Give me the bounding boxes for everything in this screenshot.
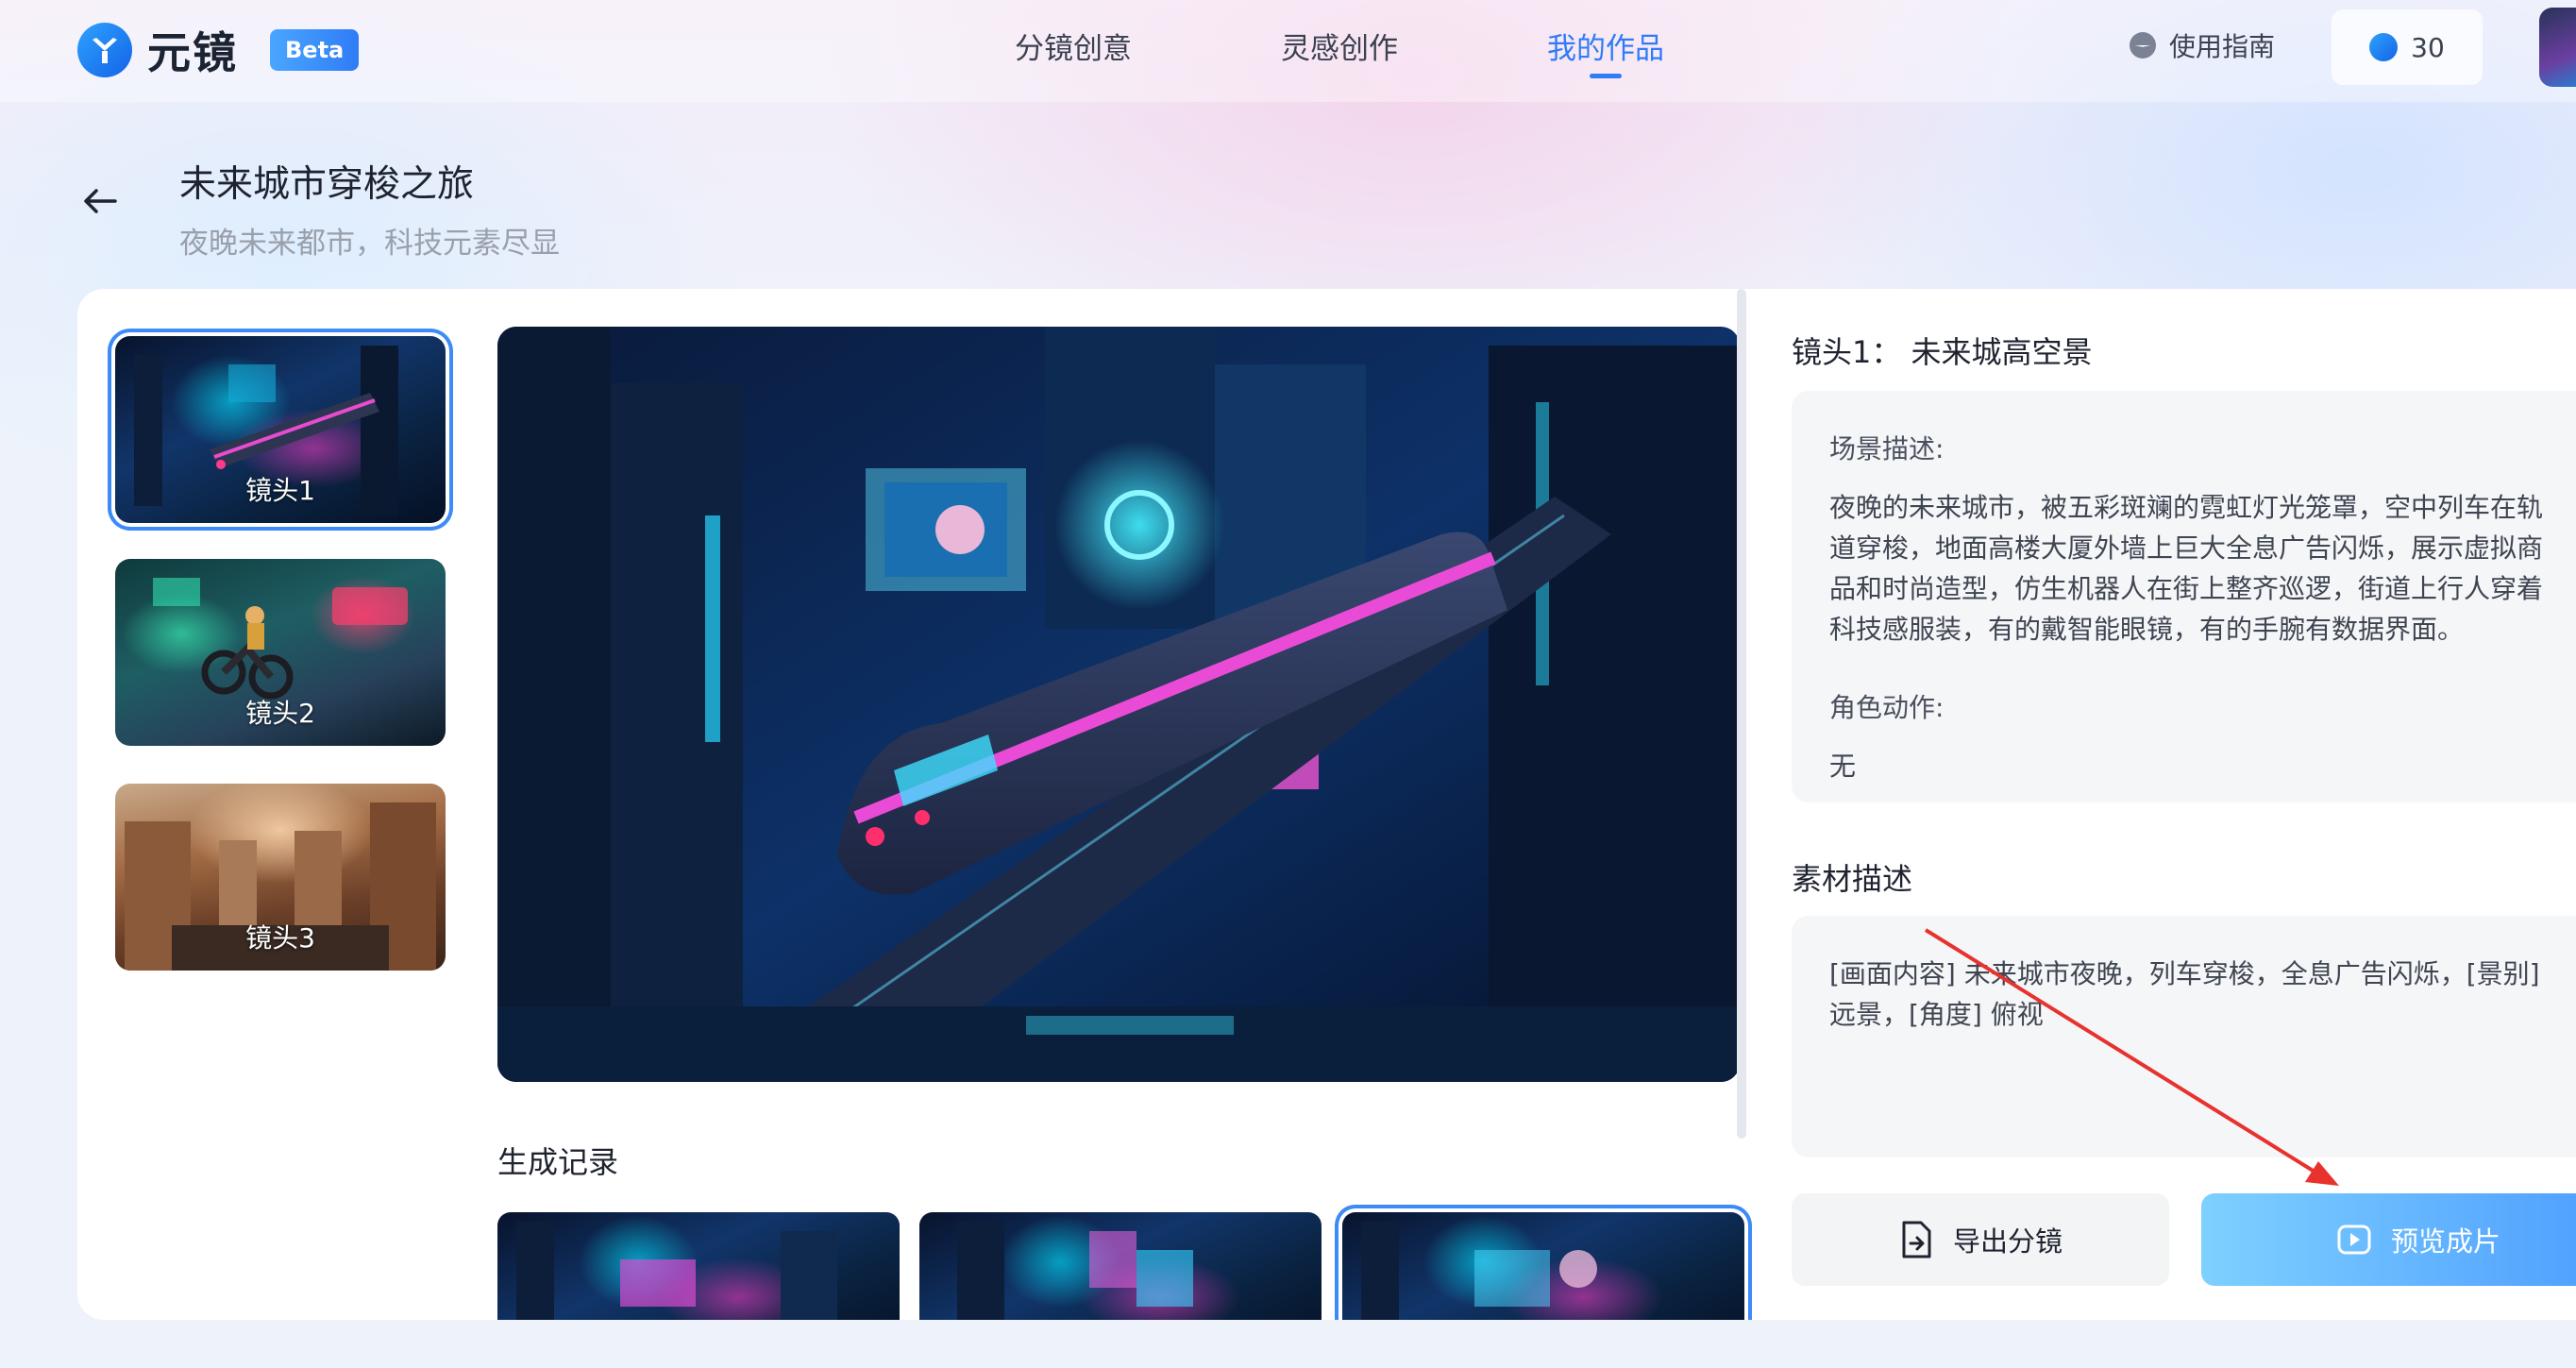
generation-1-image bbox=[516, 1222, 837, 1320]
back-arrow-icon[interactable] bbox=[77, 177, 125, 225]
shot-3-label: 镜头3 bbox=[245, 922, 315, 954]
logo-icon bbox=[77, 23, 132, 77]
character-action-label: 角色动作: bbox=[1829, 692, 1945, 723]
tab-my-works[interactable]: 我的作品 bbox=[1547, 25, 1664, 67]
material-description-text[interactable]: [画面内容] 未来城市夜晚，列车穿梭，全息广告闪烁，[景别] 远景，[角度] 俯… bbox=[1792, 916, 2576, 1157]
generation-3-image bbox=[1361, 1222, 1597, 1320]
scrollbar[interactable] bbox=[1737, 289, 1746, 1139]
shot-2-label: 镜头2 bbox=[245, 698, 315, 729]
app-logo[interactable]: 元镜 Beta bbox=[77, 19, 360, 81]
main-tabs: 分镜创意 灵感创作 我的作品 bbox=[1015, 25, 1813, 67]
export-file-icon bbox=[1902, 1221, 1931, 1258]
export-storyboard-button[interactable]: 导出分镜 bbox=[1792, 1193, 2169, 1286]
tab-storyboard-idea[interactable]: 分镜创意 bbox=[1015, 25, 1132, 67]
shot-heading: 镜头1： 未来城高空景 bbox=[1792, 334, 2093, 370]
guide-label: 使用指南 bbox=[2169, 31, 2276, 62]
credits-icon bbox=[2369, 33, 2399, 61]
scene-info-box: 场景描述: 夜晚的未来城市，被五彩斑斓的霓虹灯光笼罩，空中列车在轨道穿梭，地面高… bbox=[1792, 391, 2576, 802]
play-icon bbox=[2337, 1224, 2371, 1255]
guide-link[interactable]: 使用指南 bbox=[2130, 26, 2275, 64]
tab-inspiration[interactable]: 灵感创作 bbox=[1281, 25, 1398, 67]
material-heading: 素材描述 bbox=[1792, 861, 1913, 897]
credits-button[interactable]: 30 bbox=[2332, 9, 2483, 85]
generation-thumbnail[interactable] bbox=[497, 1212, 900, 1320]
preview-label: 预览成片 bbox=[2390, 1225, 2500, 1258]
shot-thumbnail-2[interactable]: 镜头2 bbox=[115, 559, 446, 746]
app-name: 元镜 bbox=[147, 27, 238, 78]
compass-icon bbox=[2130, 32, 2156, 59]
export-label: 导出分镜 bbox=[1952, 1225, 2062, 1258]
credits-count: 30 bbox=[2411, 31, 2445, 63]
avatar[interactable] bbox=[2539, 8, 2576, 87]
shot-thumbnail-3[interactable]: 镜头3 bbox=[115, 784, 446, 971]
generation-history-title: 生成记录 bbox=[497, 1144, 619, 1180]
shot-1-label: 镜头1 bbox=[245, 475, 315, 506]
preview-video-button[interactable]: 预览成片 bbox=[2201, 1193, 2576, 1286]
generation-thumbnail[interactable] bbox=[919, 1212, 1322, 1320]
scene-description-text: 夜晚的未来城市，被五彩斑斓的霓虹灯光笼罩，空中列车在轨道穿梭，地面高楼大厦外墙上… bbox=[1829, 492, 2544, 645]
character-action-text: 无 bbox=[1829, 751, 1857, 782]
workspace-panel: 镜头1 镜头2 镜头3 生成记录 镜头1： 未来城高空景 场景描述: 夜晚的未来… bbox=[77, 289, 2576, 1320]
generation-2-image bbox=[957, 1222, 1193, 1320]
main-shot-image bbox=[497, 327, 1740, 1082]
shot-thumbnail-1[interactable]: 镜头1 bbox=[115, 336, 446, 523]
top-navbar: 元镜 Beta 分镜创意 灵感创作 我的作品 使用指南 30 bbox=[0, 0, 2576, 102]
scene-description-label: 场景描述: bbox=[1829, 433, 1945, 464]
page-subtitle: 夜晚未来都市，科技元素尽显 bbox=[179, 227, 560, 261]
page-title: 未来城市穿梭之旅 bbox=[179, 163, 475, 206]
beta-badge: Beta bbox=[270, 29, 360, 71]
generation-thumbnail-selected[interactable] bbox=[1342, 1212, 1744, 1320]
